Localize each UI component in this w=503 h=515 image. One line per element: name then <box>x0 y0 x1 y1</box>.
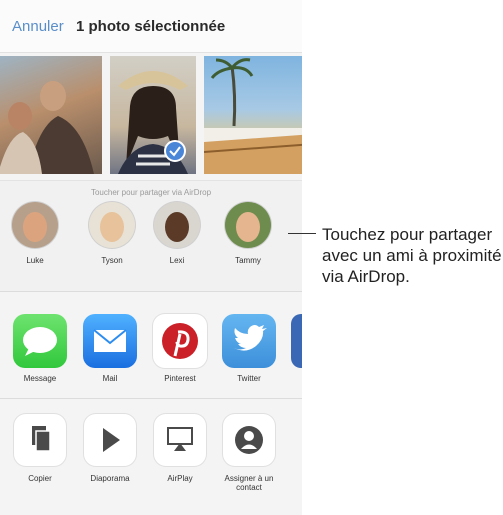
action-airplay[interactable]: AirPlay <box>150 414 210 483</box>
app-label: Twitter <box>237 374 261 383</box>
airdrop-contact[interactable]: Lexi <box>147 202 207 282</box>
play-icon <box>84 414 136 466</box>
copy-icon <box>14 414 66 466</box>
photo-thumbnail[interactable] <box>204 56 302 174</box>
avatar <box>154 202 200 248</box>
airdrop-contact[interactable]: Tyson <box>82 202 142 282</box>
avatar <box>12 202 58 248</box>
mail-icon <box>83 314 137 368</box>
avatar <box>225 202 271 248</box>
pinterest-icon <box>153 314 207 368</box>
photo-strip[interactable] <box>0 56 302 176</box>
share-app-twitter[interactable]: Twitter <box>219 314 279 383</box>
contact-name: Tyson <box>101 256 123 265</box>
airdrop-contact[interactable]: Tammy <box>218 202 278 282</box>
share-app-message[interactable]: Message <box>10 314 70 383</box>
page-title: 1 photo sélectionnée <box>76 18 226 35</box>
app-label: Mail <box>102 374 118 383</box>
share-app-mail[interactable]: Mail <box>80 314 140 383</box>
action-slideshow[interactable]: Diaporama <box>80 414 140 483</box>
contact-name: Tammy <box>235 256 261 265</box>
share-header: Annuler 1 photo sélectionnée <box>0 0 302 53</box>
more-app-icon[interactable] <box>291 314 302 368</box>
callout-line <box>288 233 316 234</box>
airdrop-contact[interactable]: Luke <box>5 202 65 282</box>
contact-icon <box>223 414 275 466</box>
photo-thumbnail[interactable] <box>0 56 102 174</box>
action-label: Copier <box>28 474 52 483</box>
twitter-icon <box>222 314 276 368</box>
action-copy[interactable]: Copier <box>10 414 70 483</box>
app-label: Pinterest <box>164 374 196 383</box>
photo-image <box>204 58 302 174</box>
airplay-icon <box>154 414 206 466</box>
action-label: Diaporama <box>90 474 130 483</box>
app-label: Message <box>23 374 57 383</box>
contact-name: Luke <box>26 256 44 265</box>
contact-name: Lexi <box>169 256 185 265</box>
cancel-button[interactable]: Annuler <box>12 18 64 35</box>
share-app-pinterest[interactable]: Pinterest <box>150 314 210 383</box>
airdrop-callout: Touchez pour partager avec un ami à prox… <box>322 225 502 286</box>
avatar <box>89 202 135 248</box>
action-assign-contact[interactable]: Assigner à un contact <box>219 414 279 492</box>
action-label: AirPlay <box>167 474 193 483</box>
share-sheet: Annuler 1 photo sélectionnée Toucher pou… <box>0 0 302 515</box>
photo-image <box>0 81 94 174</box>
action-label: Assigner à un contact <box>224 474 274 492</box>
airdrop-hint: Toucher pour partager via AirDrop <box>90 188 212 197</box>
selected-check-icon <box>164 140 186 162</box>
message-icon <box>13 314 67 368</box>
